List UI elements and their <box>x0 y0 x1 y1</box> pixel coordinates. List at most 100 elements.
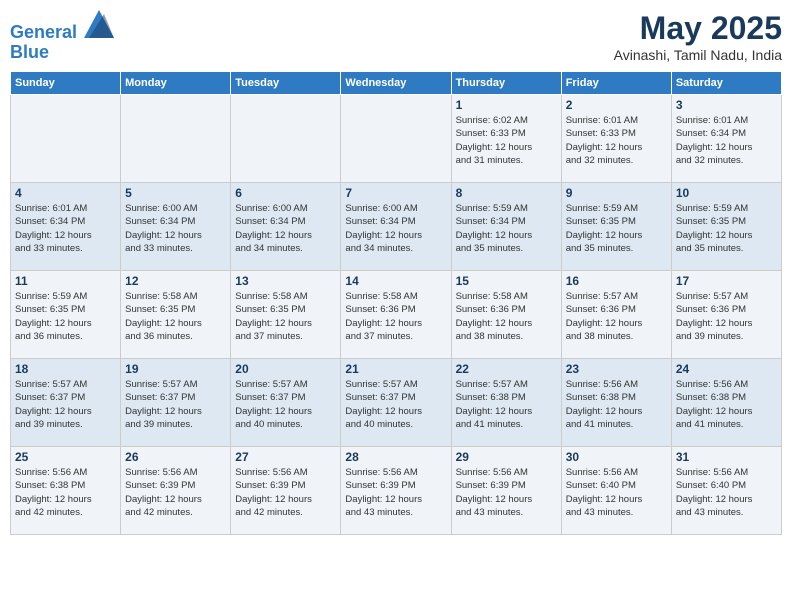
day-number: 29 <box>456 450 557 464</box>
day-info: Sunrise: 5:59 AM Sunset: 6:34 PM Dayligh… <box>456 202 557 255</box>
title-area: May 2025 Avinashi, Tamil Nadu, India <box>614 10 782 63</box>
calendar-cell: 4Sunrise: 6:01 AM Sunset: 6:34 PM Daylig… <box>11 183 121 271</box>
calendar-cell: 16Sunrise: 5:57 AM Sunset: 6:36 PM Dayli… <box>561 271 671 359</box>
calendar-cell: 2Sunrise: 6:01 AM Sunset: 6:33 PM Daylig… <box>561 95 671 183</box>
day-number: 19 <box>125 362 226 376</box>
day-info: Sunrise: 6:00 AM Sunset: 6:34 PM Dayligh… <box>125 202 226 255</box>
calendar-cell: 1 Sunrise: 6:02 AM Sunset: 6:33 PM Daylig… <box>451 95 561 183</box>
calendar-table: Sunday Monday Tuesday Wednesday Thursday… <box>10 71 782 535</box>
calendar-cell: 29Sunrise: 5:56 AM Sunset: 6:39 PM Dayli… <box>451 447 561 535</box>
col-monday: Monday <box>121 72 231 95</box>
calendar-subtitle: Avinashi, Tamil Nadu, India <box>614 47 782 63</box>
day-number: 17 <box>676 274 777 288</box>
calendar-cell: 22Sunrise: 5:57 AM Sunset: 6:38 PM Dayli… <box>451 359 561 447</box>
col-thursday: Thursday <box>451 72 561 95</box>
header-row: Sunday Monday Tuesday Wednesday Thursday… <box>11 72 782 95</box>
day-info: Sunrise: 5:59 AM Sunset: 6:35 PM Dayligh… <box>676 202 777 255</box>
day-number: 9 <box>566 186 667 200</box>
day-number: 23 <box>566 362 667 376</box>
day-info: Sunrise: 6:00 AM Sunset: 6:34 PM Dayligh… <box>235 202 336 255</box>
calendar-week-3: 11 Sunrise: 5:59 AM Sunset: 6:35 PM Dayli… <box>11 271 782 359</box>
day-number: 28 <box>345 450 446 464</box>
day-number: 24 <box>676 362 777 376</box>
calendar-cell: 11 Sunrise: 5:59 AM Sunset: 6:35 PM Dayli… <box>11 271 121 359</box>
day-info: Sunrise: 5:59 AM Sunset: 6:35 PM Dayligh… <box>15 290 116 343</box>
day-number: 14 <box>345 274 446 288</box>
calendar-cell: 9 Sunrise: 5:59 AM Sunset: 6:35 PM Daylig… <box>561 183 671 271</box>
calendar-cell: 27Sunrise: 5:56 AM Sunset: 6:39 PM Dayli… <box>231 447 341 535</box>
calendar-cell: 7 Sunrise: 6:00 AM Sunset: 6:34 PM Daylig… <box>341 183 451 271</box>
day-number: 25 <box>15 450 116 464</box>
day-number: 6 <box>235 186 336 200</box>
day-number: 7 <box>345 186 446 200</box>
logo: General Blue <box>10 10 114 63</box>
calendar-cell: 15 Sunrise: 5:58 AM Sunset: 6:36 PM Dayli… <box>451 271 561 359</box>
calendar-cell: 25 Sunrise: 5:56 AM Sunset: 6:38 PM Dayli… <box>11 447 121 535</box>
day-number: 22 <box>456 362 557 376</box>
day-number: 11 <box>15 274 116 288</box>
day-info: Sunrise: 5:56 AM Sunset: 6:38 PM Dayligh… <box>566 378 667 431</box>
day-number: 5 <box>125 186 226 200</box>
calendar-cell: 19 Sunrise: 5:57 AM Sunset: 6:37 PM Dayli… <box>121 359 231 447</box>
logo-general: General <box>10 22 77 42</box>
day-info: Sunrise: 5:57 AM Sunset: 6:37 PM Dayligh… <box>235 378 336 431</box>
calendar-cell: 6 Sunrise: 6:00 AM Sunset: 6:34 PM Daylig… <box>231 183 341 271</box>
day-number: 8 <box>456 186 557 200</box>
col-sunday: Sunday <box>11 72 121 95</box>
day-info: Sunrise: 5:56 AM Sunset: 6:38 PM Dayligh… <box>15 466 116 519</box>
calendar-week-4: 18 Sunrise: 5:57 AM Sunset: 6:37 PM Dayli… <box>11 359 782 447</box>
day-info: Sunrise: 5:56 AM Sunset: 6:39 PM Dayligh… <box>345 466 446 519</box>
day-info: Sunrise: 5:56 AM Sunset: 6:38 PM Dayligh… <box>676 378 777 431</box>
calendar-cell: 13 Sunrise: 5:58 AM Sunset: 6:35 PM Dayli… <box>231 271 341 359</box>
calendar-cell: 17Sunrise: 5:57 AM Sunset: 6:36 PM Dayli… <box>671 271 781 359</box>
day-number: 30 <box>566 450 667 464</box>
logo-blue: Blue <box>10 43 114 63</box>
col-tuesday: Tuesday <box>231 72 341 95</box>
calendar-cell <box>231 95 341 183</box>
calendar-header: Sunday Monday Tuesday Wednesday Thursday… <box>11 72 782 95</box>
calendar-cell: 14 Sunrise: 5:58 AM Sunset: 6:36 PM Dayli… <box>341 271 451 359</box>
calendar-cell <box>341 95 451 183</box>
day-info: Sunrise: 5:56 AM Sunset: 6:39 PM Dayligh… <box>125 466 226 519</box>
day-info: Sunrise: 5:57 AM Sunset: 6:36 PM Dayligh… <box>566 290 667 343</box>
day-number: 26 <box>125 450 226 464</box>
day-number: 18 <box>15 362 116 376</box>
calendar-title: May 2025 <box>614 10 782 47</box>
day-info: Sunrise: 5:57 AM Sunset: 6:37 PM Dayligh… <box>125 378 226 431</box>
calendar-cell: 10 Sunrise: 5:59 AM Sunset: 6:35 PM Dayli… <box>671 183 781 271</box>
calendar-week-1: 1 Sunrise: 6:02 AM Sunset: 6:33 PM Daylig… <box>11 95 782 183</box>
day-info: Sunrise: 5:57 AM Sunset: 6:37 PM Dayligh… <box>15 378 116 431</box>
day-info: Sunrise: 5:58 AM Sunset: 6:35 PM Dayligh… <box>125 290 226 343</box>
calendar-cell: 21 Sunrise: 5:57 AM Sunset: 6:37 PM Dayli… <box>341 359 451 447</box>
logo-text: General <box>10 10 114 43</box>
calendar-week-2: 4Sunrise: 6:01 AM Sunset: 6:34 PM Daylig… <box>11 183 782 271</box>
day-info: Sunrise: 5:58 AM Sunset: 6:35 PM Dayligh… <box>235 290 336 343</box>
day-number: 13 <box>235 274 336 288</box>
day-info: Sunrise: 5:58 AM Sunset: 6:36 PM Dayligh… <box>456 290 557 343</box>
calendar-cell: 23 Sunrise: 5:56 AM Sunset: 6:38 PM Dayli… <box>561 359 671 447</box>
logo-icon <box>84 10 114 38</box>
day-number: 10 <box>676 186 777 200</box>
calendar-cell: 12 Sunrise: 5:58 AM Sunset: 6:35 PM Dayli… <box>121 271 231 359</box>
day-info: Sunrise: 5:56 AM Sunset: 6:40 PM Dayligh… <box>566 466 667 519</box>
day-info: Sunrise: 6:01 AM Sunset: 6:33 PM Dayligh… <box>566 114 667 167</box>
calendar-cell <box>121 95 231 183</box>
calendar-cell: 26 Sunrise: 5:56 AM Sunset: 6:39 PM Dayli… <box>121 447 231 535</box>
day-info: Sunrise: 6:00 AM Sunset: 6:34 PM Dayligh… <box>345 202 446 255</box>
day-info: Sunrise: 6:02 AM Sunset: 6:33 PM Dayligh… <box>456 114 557 167</box>
day-number: 21 <box>345 362 446 376</box>
day-info: Sunrise: 5:56 AM Sunset: 6:40 PM Dayligh… <box>676 466 777 519</box>
day-info: Sunrise: 5:57 AM Sunset: 6:37 PM Dayligh… <box>345 378 446 431</box>
day-number: 1 <box>456 98 557 112</box>
calendar-cell: 31Sunrise: 5:56 AM Sunset: 6:40 PM Dayli… <box>671 447 781 535</box>
calendar-cell: 20Sunrise: 5:57 AM Sunset: 6:37 PM Dayli… <box>231 359 341 447</box>
day-number: 3 <box>676 98 777 112</box>
calendar-cell: 3Sunrise: 6:01 AM Sunset: 6:34 PM Daylig… <box>671 95 781 183</box>
day-info: Sunrise: 6:01 AM Sunset: 6:34 PM Dayligh… <box>15 202 116 255</box>
day-info: Sunrise: 5:59 AM Sunset: 6:35 PM Dayligh… <box>566 202 667 255</box>
day-number: 15 <box>456 274 557 288</box>
col-wednesday: Wednesday <box>341 72 451 95</box>
day-info: Sunrise: 5:58 AM Sunset: 6:36 PM Dayligh… <box>345 290 446 343</box>
calendar-cell <box>11 95 121 183</box>
day-number: 12 <box>125 274 226 288</box>
